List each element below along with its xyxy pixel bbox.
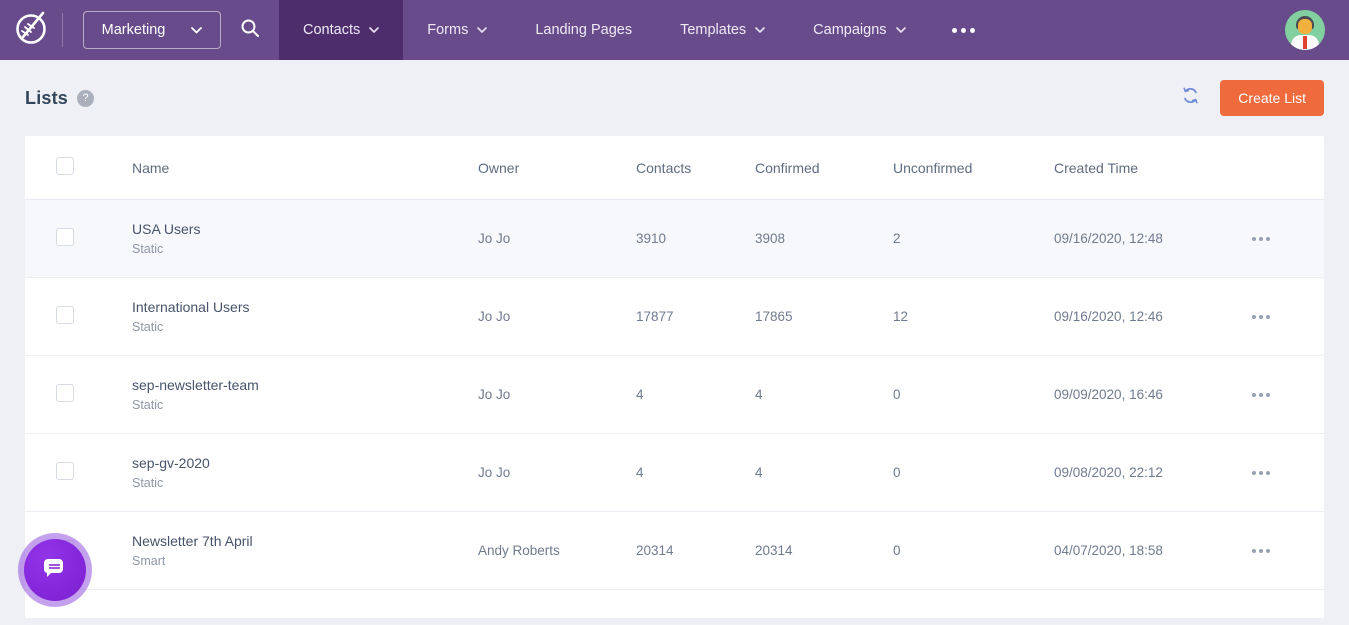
unconfirmed-cell: 2	[893, 231, 1054, 246]
owner-cell: Jo Jo	[478, 387, 636, 402]
refresh-button[interactable]	[1181, 86, 1200, 110]
row-checkbox[interactable]	[56, 306, 74, 324]
select-all-checkbox[interactable]	[56, 157, 74, 175]
help-icon[interactable]: ?	[77, 90, 94, 107]
column-header-confirmed[interactable]: Confirmed	[755, 160, 893, 176]
page-header: Lists ? Create List	[0, 60, 1349, 136]
table-row: Newsletter 7th April Smart Andy Roberts …	[25, 512, 1324, 590]
row-actions-menu[interactable]	[1252, 471, 1324, 475]
title-actions: Create List	[1181, 80, 1324, 116]
chevron-down-icon	[191, 27, 202, 34]
column-header-created-time[interactable]: Created Time	[1054, 160, 1252, 176]
row-checkbox[interactable]	[56, 462, 74, 480]
chevron-down-icon	[369, 27, 379, 33]
search-icon	[240, 18, 260, 43]
table-row: sep-newsletter-team Static Jo Jo 4 4 0 0…	[25, 356, 1324, 434]
owner-cell: Jo Jo	[478, 465, 636, 480]
nav-label: Forms	[427, 22, 468, 38]
unconfirmed-cell: 0	[893, 387, 1054, 402]
list-type-label: Static	[132, 398, 478, 412]
nav-item-templates[interactable]: Templates	[656, 0, 789, 60]
search-button[interactable]	[221, 0, 279, 60]
created-time-cell: 04/07/2020, 18:58	[1054, 543, 1252, 558]
confirmed-cell: 4	[755, 465, 893, 480]
nav-item-contacts[interactable]: Contacts	[279, 0, 403, 60]
refresh-icon	[1181, 86, 1200, 110]
table-header-row: Name Owner Contacts Confirmed Unconfirme…	[25, 136, 1324, 200]
page-title: Lists	[25, 88, 68, 109]
confirmed-cell: 17865	[755, 309, 893, 324]
chevron-down-icon	[477, 27, 487, 33]
contacts-cell: 3910	[636, 231, 755, 246]
table-body: USA Users Static Jo Jo 3910 3908 2 09/16…	[25, 200, 1324, 590]
list-name-link[interactable]: sep-newsletter-team	[132, 377, 478, 393]
table-row: sep-gv-2020 Static Jo Jo 4 4 0 09/08/202…	[25, 434, 1324, 512]
row-actions-menu[interactable]	[1252, 237, 1324, 241]
column-header-contacts[interactable]: Contacts	[636, 160, 755, 176]
chat-bubble-icon	[40, 553, 70, 588]
top-navbar: Marketing Contacts Forms Landing Pages	[0, 0, 1349, 60]
confirmed-cell: 3908	[755, 231, 893, 246]
table-row: International Users Static Jo Jo 17877 1…	[25, 278, 1324, 356]
owner-cell: Andy Roberts	[478, 543, 636, 558]
unconfirmed-cell: 0	[893, 465, 1054, 480]
contacts-cell: 17877	[636, 309, 755, 324]
create-list-button[interactable]: Create List	[1220, 80, 1324, 116]
column-header-unconfirmed[interactable]: Unconfirmed	[893, 160, 1054, 176]
chevron-down-icon	[896, 27, 906, 33]
row-actions-menu[interactable]	[1252, 393, 1324, 397]
nav-label: Contacts	[303, 22, 360, 38]
row-actions-menu[interactable]	[1252, 315, 1324, 319]
table-row: USA Users Static Jo Jo 3910 3908 2 09/16…	[25, 200, 1324, 278]
list-name-link[interactable]: USA Users	[132, 221, 478, 237]
row-actions-menu[interactable]	[1252, 549, 1324, 553]
brand-logo-icon	[10, 7, 52, 54]
nav-label: Campaigns	[813, 22, 886, 38]
created-time-cell: 09/08/2020, 22:12	[1054, 465, 1252, 480]
unconfirmed-cell: 0	[893, 543, 1054, 558]
created-time-cell: 09/09/2020, 16:46	[1054, 387, 1252, 402]
owner-cell: Jo Jo	[478, 309, 636, 324]
row-checkbox[interactable]	[56, 228, 74, 246]
list-type-label: Static	[132, 320, 478, 334]
list-name-link[interactable]: International Users	[132, 299, 478, 315]
column-header-name[interactable]: Name	[132, 160, 478, 176]
nav-item-forms[interactable]: Forms	[403, 0, 511, 60]
nav-label: Landing Pages	[535, 22, 632, 38]
list-name-link[interactable]: sep-gv-2020	[132, 455, 478, 471]
owner-cell: Jo Jo	[478, 231, 636, 246]
contacts-cell: 20314	[636, 543, 755, 558]
list-type-label: Static	[132, 476, 478, 490]
contacts-cell: 4	[636, 387, 755, 402]
user-avatar[interactable]	[1285, 10, 1325, 50]
app-logo[interactable]	[0, 0, 62, 60]
nav-more-button[interactable]	[930, 0, 997, 60]
app-switcher-label: Marketing	[102, 22, 166, 38]
list-type-label: Static	[132, 242, 478, 256]
navbar-divider	[62, 13, 63, 47]
unconfirmed-cell: 12	[893, 309, 1054, 324]
row-checkbox[interactable]	[56, 384, 74, 402]
chat-launcher-button[interactable]	[18, 533, 92, 607]
created-time-cell: 09/16/2020, 12:48	[1054, 231, 1252, 246]
column-header-owner[interactable]: Owner	[478, 160, 636, 176]
contacts-cell: 4	[636, 465, 755, 480]
chevron-down-icon	[755, 27, 765, 33]
created-time-cell: 09/16/2020, 12:46	[1054, 309, 1252, 324]
main-nav: Contacts Forms Landing Pages Templates C…	[279, 0, 997, 60]
list-type-label: Smart	[132, 554, 478, 568]
nav-item-campaigns[interactable]: Campaigns	[789, 0, 929, 60]
confirmed-cell: 4	[755, 387, 893, 402]
nav-item-landing-pages[interactable]: Landing Pages	[511, 0, 656, 60]
nav-label: Templates	[680, 22, 746, 38]
more-icon	[952, 28, 975, 33]
list-name-link[interactable]: Newsletter 7th April	[132, 533, 478, 549]
app-switcher-dropdown[interactable]: Marketing	[83, 11, 221, 49]
lists-table-card: Name Owner Contacts Confirmed Unconfirme…	[25, 136, 1324, 618]
confirmed-cell: 20314	[755, 543, 893, 558]
